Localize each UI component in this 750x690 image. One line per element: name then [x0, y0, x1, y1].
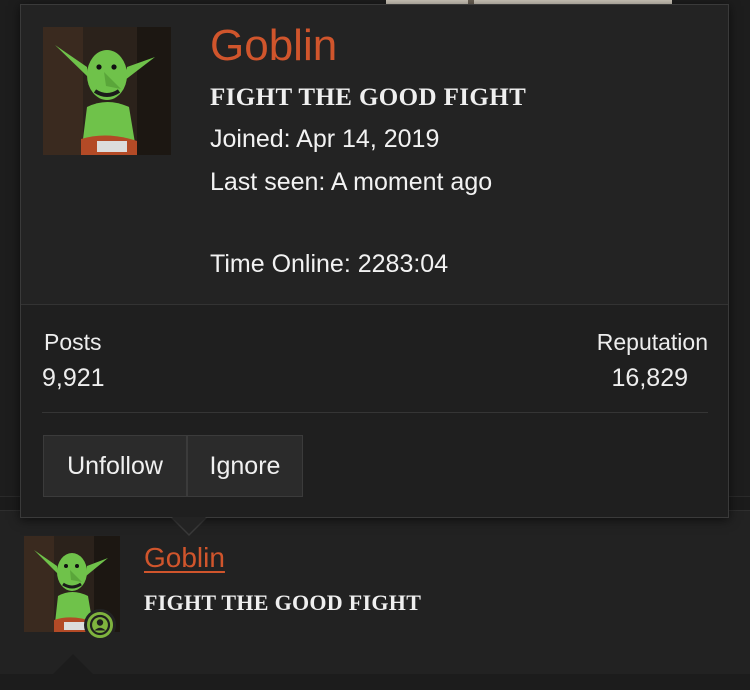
- member-tooltip-card: Goblin FIGHT THE GOOD FIGHT Joined: Apr …: [20, 4, 729, 518]
- post-notch: [53, 654, 93, 674]
- profile-stats: Posts 9,921 Reputation 16,829 Unfollow I…: [21, 305, 728, 517]
- unfollow-button-label: Unfollow: [67, 451, 163, 480]
- user-online-glyph: [89, 614, 111, 636]
- last-seen: Last seen: A moment ago: [210, 168, 493, 196]
- posts-count: 9,921: [42, 364, 105, 392]
- time-online: Time Online: 2283:04: [210, 250, 449, 278]
- ignore-button-label: Ignore: [209, 451, 281, 480]
- page: Goblin FIGHT THE GOOD FIGHT Goblin FIGHT…: [0, 0, 750, 690]
- post-user-title: FIGHT THE GOOD FIGHT: [144, 590, 422, 615]
- reputation-label: Reputation: [596, 329, 708, 355]
- profile-username-link[interactable]: Goblin: [210, 21, 337, 71]
- goblin-avatar-image: [43, 27, 171, 155]
- unfollow-button[interactable]: Unfollow: [43, 435, 187, 497]
- profile-avatar[interactable]: [43, 27, 171, 155]
- stats-divider: [42, 412, 708, 413]
- post-footer-strip: [0, 674, 750, 690]
- reputation-count: 16,829: [611, 364, 688, 392]
- posts-label: Posts: [44, 329, 102, 355]
- tooltip-arrow: [172, 517, 206, 534]
- joined-date: Joined: Apr 14, 2019: [210, 125, 440, 153]
- ignore-button[interactable]: Ignore: [187, 435, 303, 497]
- user-online-icon: [84, 609, 116, 641]
- post-username-link[interactable]: Goblin: [144, 542, 225, 574]
- profile-user-title: FIGHT THE GOOD FIGHT: [210, 84, 527, 111]
